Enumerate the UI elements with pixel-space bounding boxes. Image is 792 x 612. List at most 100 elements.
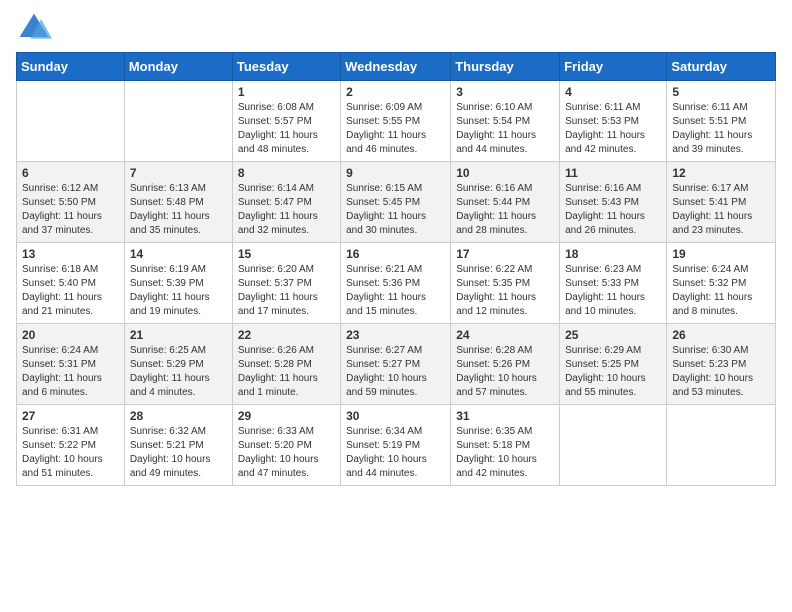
calendar-cell: 17 Sunrise: 6:22 AMSunset: 5:35 PMDayligh… (451, 243, 560, 324)
calendar-cell: 14 Sunrise: 6:19 AMSunset: 5:39 PMDayligh… (124, 243, 232, 324)
calendar-cell: 22 Sunrise: 6:26 AMSunset: 5:28 PMDayligh… (232, 324, 340, 405)
calendar-cell: 26Sunrise: 6:30 AMSunset: 5:23 PMDayligh… (667, 324, 776, 405)
day-number: 9 (346, 166, 445, 180)
calendar-cell: 16 Sunrise: 6:21 AMSunset: 5:36 PMDayligh… (341, 243, 451, 324)
day-number: 2 (346, 85, 445, 99)
calendar-cell: 5 Sunrise: 6:11 AMSunset: 5:51 PMDaylight… (667, 81, 776, 162)
day-header-friday: Friday (560, 53, 667, 81)
calendar-cell: 28Sunrise: 6:32 AMSunset: 5:21 PMDayligh… (124, 405, 232, 486)
day-number: 7 (130, 166, 227, 180)
calendar-cell: 20 Sunrise: 6:24 AMSunset: 5:31 PMDayligh… (17, 324, 125, 405)
calendar-cell: 31Sunrise: 6:35 AMSunset: 5:18 PMDayligh… (451, 405, 560, 486)
cell-info: Sunrise: 6:15 AMSunset: 5:45 PMDaylight:… (346, 182, 445, 238)
day-number: 4 (565, 85, 661, 99)
cell-info: Sunrise: 6:25 AMSunset: 5:29 PMDaylight:… (130, 344, 227, 400)
calendar-cell: 13Sunrise: 6:18 AMSunset: 5:40 PMDayligh… (17, 243, 125, 324)
cell-info: Sunrise: 6:09 AMSunset: 5:55 PMDaylight:… (346, 101, 445, 157)
cell-info: Sunrise: 6:26 AMSunset: 5:28 PMDaylight:… (238, 344, 335, 400)
calendar-cell: 9 Sunrise: 6:15 AMSunset: 5:45 PMDaylight… (341, 162, 451, 243)
calendar-table: SundayMondayTuesdayWednesdayThursdayFrid… (16, 52, 776, 486)
day-header-wednesday: Wednesday (341, 53, 451, 81)
cell-info: Sunrise: 6:10 AMSunset: 5:54 PMDaylight:… (456, 101, 554, 157)
day-number: 15 (238, 247, 335, 261)
calendar-cell: 6 Sunrise: 6:12 AMSunset: 5:50 PMDaylight… (17, 162, 125, 243)
cell-info: Sunrise: 6:21 AMSunset: 5:36 PMDaylight:… (346, 263, 445, 319)
page: SundayMondayTuesdayWednesdayThursdayFrid… (0, 0, 792, 502)
day-number: 22 (238, 328, 335, 342)
cell-info: Sunrise: 6:22 AMSunset: 5:35 PMDaylight:… (456, 263, 554, 319)
day-number: 27 (22, 409, 119, 423)
day-number: 29 (238, 409, 335, 423)
day-number: 8 (238, 166, 335, 180)
calendar-cell (17, 81, 125, 162)
day-header-sunday: Sunday (17, 53, 125, 81)
cell-info: Sunrise: 6:16 AMSunset: 5:43 PMDaylight:… (565, 182, 661, 238)
day-number: 30 (346, 409, 445, 423)
calendar-cell: 3 Sunrise: 6:10 AMSunset: 5:54 PMDaylight… (451, 81, 560, 162)
calendar-cell: 2 Sunrise: 6:09 AMSunset: 5:55 PMDaylight… (341, 81, 451, 162)
cell-info: Sunrise: 6:20 AMSunset: 5:37 PMDaylight:… (238, 263, 335, 319)
calendar-cell: 27 Sunrise: 6:31 AMSunset: 5:22 PMDayligh… (17, 405, 125, 486)
day-number: 26 (672, 328, 770, 342)
day-number: 16 (346, 247, 445, 261)
cell-info: Sunrise: 6:19 AMSunset: 5:39 PMDaylight:… (130, 263, 227, 319)
day-number: 5 (672, 85, 770, 99)
calendar-cell: 4 Sunrise: 6:11 AMSunset: 5:53 PMDaylight… (560, 81, 667, 162)
cell-info: Sunrise: 6:34 AMSunset: 5:19 PMDaylight:… (346, 425, 445, 481)
calendar-header-row: SundayMondayTuesdayWednesdayThursdayFrid… (17, 53, 776, 81)
calendar-cell: 11 Sunrise: 6:16 AMSunset: 5:43 PMDayligh… (560, 162, 667, 243)
cell-info: Sunrise: 6:13 AMSunset: 5:48 PMDaylight:… (130, 182, 227, 238)
cell-info: Sunrise: 6:31 AMSunset: 5:22 PMDaylight:… (22, 425, 119, 481)
day-number: 25 (565, 328, 661, 342)
calendar-cell (124, 81, 232, 162)
cell-info: Sunrise: 6:16 AMSunset: 5:44 PMDaylight:… (456, 182, 554, 238)
calendar-cell: 7 Sunrise: 6:13 AMSunset: 5:48 PMDaylight… (124, 162, 232, 243)
week-row-3: 13Sunrise: 6:18 AMSunset: 5:40 PMDayligh… (17, 243, 776, 324)
cell-info: Sunrise: 6:11 AMSunset: 5:53 PMDaylight:… (565, 101, 661, 157)
cell-info: Sunrise: 6:17 AMSunset: 5:41 PMDaylight:… (672, 182, 770, 238)
cell-info: Sunrise: 6:32 AMSunset: 5:21 PMDaylight:… (130, 425, 227, 481)
calendar-cell: 12 Sunrise: 6:17 AMSunset: 5:41 PMDayligh… (667, 162, 776, 243)
day-number: 3 (456, 85, 554, 99)
cell-info: Sunrise: 6:27 AMSunset: 5:27 PMDaylight:… (346, 344, 445, 400)
week-row-4: 20 Sunrise: 6:24 AMSunset: 5:31 PMDayligh… (17, 324, 776, 405)
week-row-1: 1Sunrise: 6:08 AMSunset: 5:57 PMDaylight… (17, 81, 776, 162)
calendar-cell: 23Sunrise: 6:27 AMSunset: 5:27 PMDayligh… (341, 324, 451, 405)
day-header-tuesday: Tuesday (232, 53, 340, 81)
cell-info: Sunrise: 6:23 AMSunset: 5:33 PMDaylight:… (565, 263, 661, 319)
cell-info: Sunrise: 6:24 AMSunset: 5:31 PMDaylight:… (22, 344, 119, 400)
week-row-2: 6 Sunrise: 6:12 AMSunset: 5:50 PMDaylight… (17, 162, 776, 243)
day-number: 24 (456, 328, 554, 342)
day-number: 1 (238, 85, 335, 99)
day-number: 6 (22, 166, 119, 180)
header (16, 10, 776, 46)
day-number: 17 (456, 247, 554, 261)
day-number: 21 (130, 328, 227, 342)
calendar-cell: 25 Sunrise: 6:29 AMSunset: 5:25 PMDayligh… (560, 324, 667, 405)
calendar-cell: 30 Sunrise: 6:34 AMSunset: 5:19 PMDayligh… (341, 405, 451, 486)
calendar-cell: 10 Sunrise: 6:16 AMSunset: 5:44 PMDayligh… (451, 162, 560, 243)
cell-info: Sunrise: 6:14 AMSunset: 5:47 PMDaylight:… (238, 182, 335, 238)
day-header-saturday: Saturday (667, 53, 776, 81)
cell-info: Sunrise: 6:29 AMSunset: 5:25 PMDaylight:… (565, 344, 661, 400)
calendar-cell: 18Sunrise: 6:23 AMSunset: 5:33 PMDayligh… (560, 243, 667, 324)
cell-info: Sunrise: 6:12 AMSunset: 5:50 PMDaylight:… (22, 182, 119, 238)
day-number: 14 (130, 247, 227, 261)
cell-info: Sunrise: 6:11 AMSunset: 5:51 PMDaylight:… (672, 101, 770, 157)
calendar-cell: 21 Sunrise: 6:25 AMSunset: 5:29 PMDayligh… (124, 324, 232, 405)
day-number: 12 (672, 166, 770, 180)
calendar-cell: 1Sunrise: 6:08 AMSunset: 5:57 PMDaylight… (232, 81, 340, 162)
calendar-cell: 29 Sunrise: 6:33 AMSunset: 5:20 PMDayligh… (232, 405, 340, 486)
cell-info: Sunrise: 6:33 AMSunset: 5:20 PMDaylight:… (238, 425, 335, 481)
calendar-cell: 19Sunrise: 6:24 AMSunset: 5:32 PMDayligh… (667, 243, 776, 324)
day-number: 11 (565, 166, 661, 180)
calendar-cell (560, 405, 667, 486)
calendar-cell: 8 Sunrise: 6:14 AMSunset: 5:47 PMDaylight… (232, 162, 340, 243)
day-number: 10 (456, 166, 554, 180)
calendar-cell (667, 405, 776, 486)
cell-info: Sunrise: 6:24 AMSunset: 5:32 PMDaylight:… (672, 263, 770, 319)
cell-info: Sunrise: 6:35 AMSunset: 5:18 PMDaylight:… (456, 425, 554, 481)
day-number: 20 (22, 328, 119, 342)
day-header-monday: Monday (124, 53, 232, 81)
week-row-5: 27 Sunrise: 6:31 AMSunset: 5:22 PMDayligh… (17, 405, 776, 486)
